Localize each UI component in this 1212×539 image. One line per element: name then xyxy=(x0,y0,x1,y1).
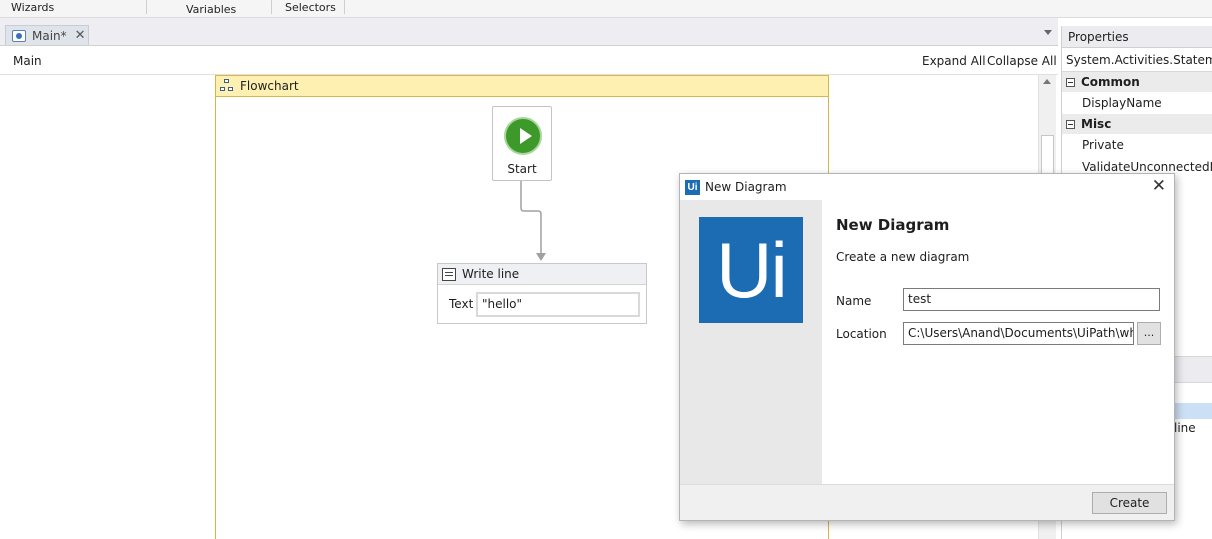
collapse-icon[interactable] xyxy=(1066,77,1075,87)
name-label: Name xyxy=(836,294,872,308)
properties-title: Properties xyxy=(1062,26,1212,48)
dialog-subtitle: Create a new diagram xyxy=(836,250,970,264)
uipath-logo: Ui xyxy=(699,217,803,323)
dialog-title: New Diagram xyxy=(705,180,787,194)
dialog-footer: Create xyxy=(680,484,1174,520)
properties-category-misc[interactable]: Misc xyxy=(1062,114,1212,134)
outline-item[interactable]: line xyxy=(1174,421,1196,435)
dialog-title-bar[interactable]: Ui New Diagram ✕ xyxy=(680,174,1174,200)
browse-button[interactable]: ... xyxy=(1137,322,1161,345)
location-label: Location xyxy=(836,327,887,341)
dialog-heading: New Diagram xyxy=(836,216,950,234)
write-line-icon xyxy=(442,267,456,281)
write-line-text-input[interactable]: "hello" xyxy=(476,292,640,317)
write-line-activity[interactable]: Write line Text "hello" xyxy=(437,263,647,324)
collapse-icon[interactable] xyxy=(1066,119,1075,129)
write-line-title: Write line xyxy=(462,267,520,281)
close-icon[interactable]: ✕ xyxy=(1152,177,1166,195)
property-displayname[interactable]: DisplayName xyxy=(1062,92,1212,114)
properties-category-common[interactable]: Common xyxy=(1062,72,1212,92)
start-node[interactable]: Start xyxy=(492,106,552,181)
location-input[interactable]: C:\Users\Anand\Documents\UiPath\what a xyxy=(903,322,1134,345)
create-button[interactable]: Create xyxy=(1092,492,1167,514)
name-input[interactable]: test xyxy=(903,288,1160,311)
dialog-side-panel: Ui xyxy=(680,200,822,484)
write-line-header[interactable]: Write line xyxy=(438,264,646,285)
start-play-icon xyxy=(504,117,542,155)
properties-type-name: System.Activities.Statements.Flowchart xyxy=(1062,48,1212,72)
uipath-logo-icon: Ui xyxy=(685,179,700,195)
new-diagram-dialog: Ui New Diagram ✕ Ui New Diagram Create a… xyxy=(679,173,1175,521)
write-line-text-label: Text xyxy=(449,297,474,311)
start-label: Start xyxy=(507,162,537,176)
property-private[interactable]: Private xyxy=(1062,134,1212,156)
category-label: Common xyxy=(1081,75,1140,89)
category-label: Misc xyxy=(1081,117,1112,131)
